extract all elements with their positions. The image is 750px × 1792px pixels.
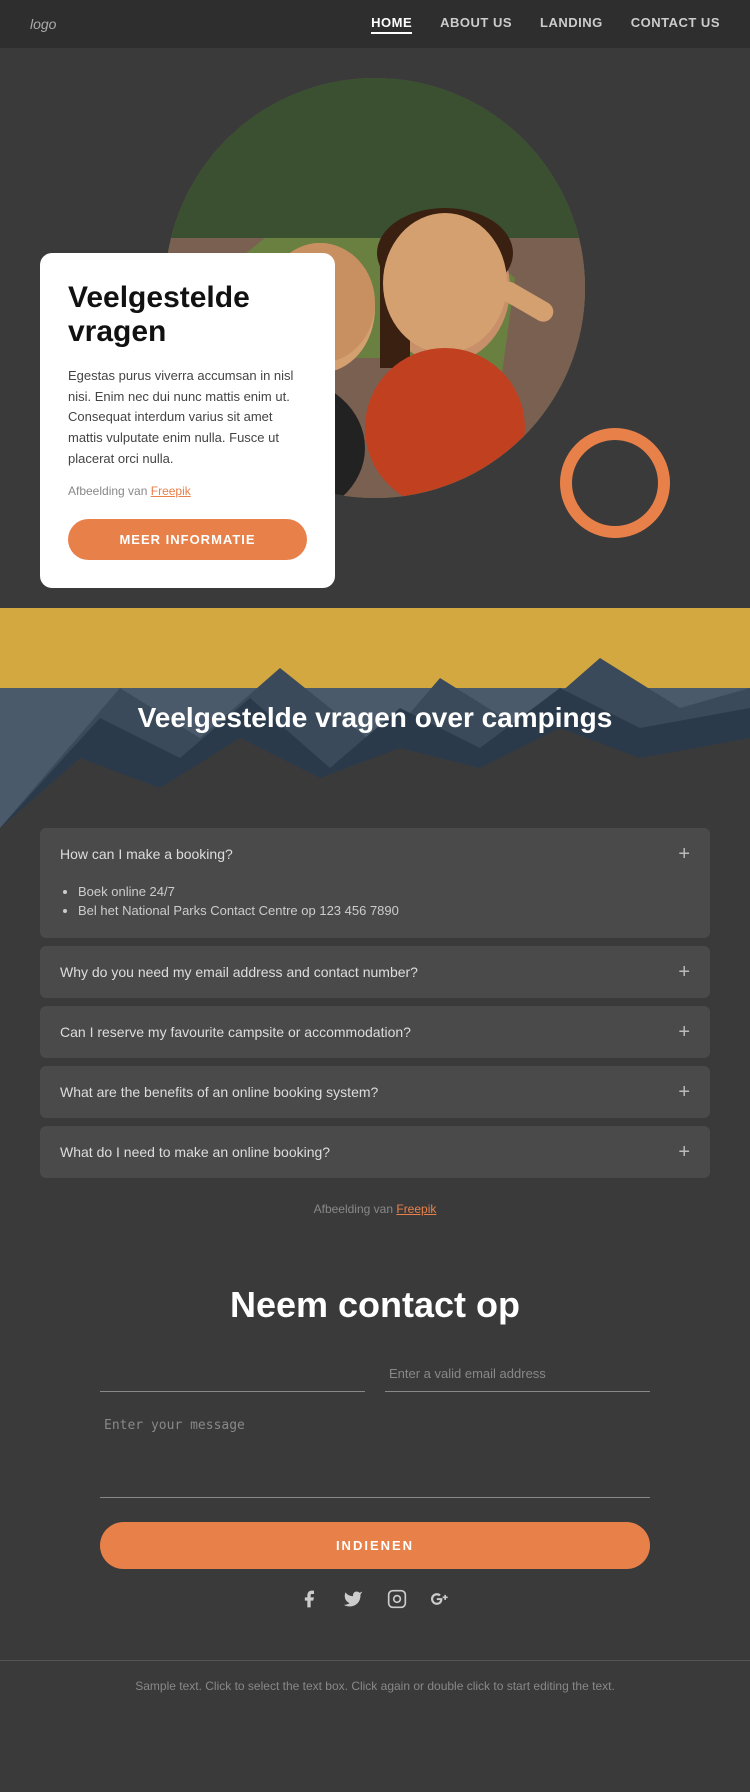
contact-name-input[interactable] (100, 1356, 365, 1392)
nav-contact[interactable]: CONTACT US (631, 15, 720, 34)
faq-header-5[interactable]: What do I need to make an online booking… (40, 1126, 710, 1178)
faq-freepik-note: Afbeelding van Freepik (40, 1186, 710, 1224)
faq-header-3[interactable]: Can I reserve my favourite campsite or a… (40, 1006, 710, 1058)
faq-header-2[interactable]: Why do you need my email address and con… (40, 946, 710, 998)
faq-question-1: How can I make a booking? (60, 846, 233, 862)
contact-form: INDIENEN (100, 1356, 650, 1569)
contact-message-textarea[interactable] (100, 1408, 650, 1498)
navbar: logo HOME ABOUT US LANDING CONTACT US (0, 0, 750, 48)
faq-toggle-3[interactable]: + (678, 1022, 690, 1042)
hero-card: Veelgestelde vragen Egestas purus viverr… (40, 253, 335, 588)
faq-freepik-link[interactable]: Freepik (396, 1202, 436, 1216)
faq-header-1[interactable]: How can I make a booking? + (40, 828, 710, 880)
hero-body: Egestas purus viverra accumsan in nisl n… (68, 366, 307, 470)
googleplus-icon[interactable] (431, 1589, 451, 1614)
faq-item-2: Why do you need my email address and con… (40, 946, 710, 998)
hero-title: Veelgestelde vragen (68, 281, 307, 350)
faq-question-5: What do I need to make an online booking… (60, 1144, 330, 1160)
faq-question-4: What are the benefits of an online booki… (60, 1084, 378, 1100)
meer-informatie-button[interactable]: MEER INFORMATIE (68, 519, 307, 560)
contact-row-1 (100, 1356, 650, 1408)
twitter-icon[interactable] (343, 1589, 363, 1614)
orange-deco-circle (560, 428, 670, 538)
footer-text: Sample text. Click to select the text bo… (20, 1677, 730, 1696)
contact-title: Neem contact op (100, 1284, 650, 1326)
faq-toggle-5[interactable]: + (678, 1142, 690, 1162)
footer: Sample text. Click to select the text bo… (0, 1660, 750, 1716)
contact-submit-button[interactable]: INDIENEN (100, 1522, 650, 1569)
faq-item-1: How can I make a booking? + Boek online … (40, 828, 710, 938)
social-bar (100, 1569, 650, 1630)
faq-section: How can I make a booking? + Boek online … (0, 828, 750, 1244)
nav-about[interactable]: ABOUT US (440, 15, 512, 34)
mountain-section: Veelgestelde vragen over campings (0, 608, 750, 828)
contact-section: Neem contact op INDIENEN (0, 1244, 750, 1660)
faq-item-4: What are the benefits of an online booki… (40, 1066, 710, 1118)
nav-home[interactable]: HOME (371, 15, 412, 34)
nav-logo: logo (30, 16, 56, 32)
faq-item-5: What do I need to make an online booking… (40, 1126, 710, 1178)
faq-toggle-1[interactable]: + (678, 844, 690, 864)
contact-email-input[interactable] (385, 1356, 650, 1392)
nav-links: HOME ABOUT US LANDING CONTACT US (371, 15, 720, 34)
instagram-icon[interactable] (387, 1589, 407, 1614)
hero-freepik-link[interactable]: Freepik (151, 484, 191, 498)
faq-answer-1-2: Bel het National Parks Contact Centre op… (78, 903, 690, 918)
faq-body-1: Boek online 24/7 Bel het National Parks … (40, 880, 710, 938)
faq-item-3: Can I reserve my favourite campsite or a… (40, 1006, 710, 1058)
faq-toggle-2[interactable]: + (678, 962, 690, 982)
faq-answer-1-1: Boek online 24/7 (78, 884, 690, 899)
facebook-icon[interactable] (299, 1589, 319, 1614)
mountain-title: Veelgestelde vragen over campings (118, 662, 633, 774)
faq-question-2: Why do you need my email address and con… (60, 964, 418, 980)
faq-toggle-4[interactable]: + (678, 1082, 690, 1102)
faq-question-3: Can I reserve my favourite campsite or a… (60, 1024, 411, 1040)
faq-header-4[interactable]: What are the benefits of an online booki… (40, 1066, 710, 1118)
nav-landing[interactable]: LANDING (540, 15, 603, 34)
hero-freepik-note: Afbeelding van Freepik (68, 482, 307, 501)
hero-section: Veelgestelde vragen Egestas purus viverr… (0, 48, 750, 608)
